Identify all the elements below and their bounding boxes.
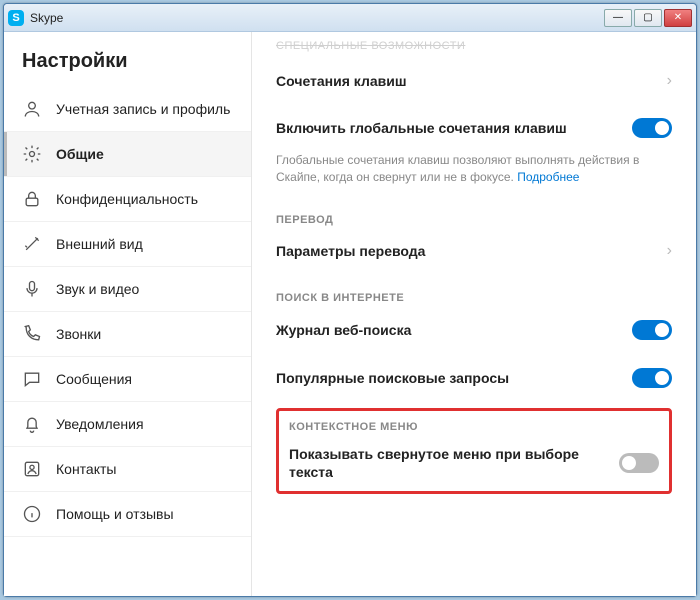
minimize-button[interactable]: —: [604, 9, 632, 27]
sidebar-item-label: Общие: [56, 146, 104, 162]
row-label: Показывать свернутое меню при выборе тек…: [289, 445, 599, 481]
sidebar-item-general[interactable]: Общие: [4, 132, 251, 177]
sidebar-item-label: Контакты: [56, 461, 116, 477]
row-global-shortcuts: Включить глобальные сочетания клавиш: [276, 104, 672, 152]
sidebar-item-label: Сообщения: [56, 371, 132, 387]
titlebar: S Skype — ▢ ✕: [4, 4, 696, 32]
window-controls: — ▢ ✕: [604, 9, 692, 27]
row-label: Журнал веб-поиска: [276, 321, 411, 339]
sidebar-item-label: Внешний вид: [56, 236, 143, 252]
sidebar-item-messages[interactable]: Сообщения: [4, 357, 251, 402]
row-label: Включить глобальные сочетания клавиш: [276, 119, 567, 137]
bell-icon: [22, 414, 42, 434]
chevron-right-icon: ›: [667, 242, 672, 260]
sidebar-item-account[interactable]: Учетная запись и профиль: [4, 87, 251, 132]
row-keyboard-shortcuts[interactable]: Сочетания клавиш ›: [276, 58, 672, 104]
row-label: Популярные поисковые запросы: [276, 369, 509, 387]
wand-icon: [22, 234, 42, 254]
sidebar-item-notifications[interactable]: Уведомления: [4, 402, 251, 447]
sidebar-item-label: Учетная запись и профиль: [56, 101, 230, 118]
toggle-global-shortcuts[interactable]: [632, 118, 672, 138]
lock-icon: [22, 189, 42, 209]
app-window: S Skype — ▢ ✕ Настройки Учетная запись и…: [3, 3, 697, 597]
chevron-right-icon: ›: [667, 72, 672, 90]
microphone-icon: [22, 279, 42, 299]
row-label: Сочетания клавиш: [276, 72, 407, 90]
sidebar-item-label: Помощь и отзывы: [56, 506, 174, 522]
settings-content: Специальные возможности Сочетания клавиш…: [252, 32, 696, 596]
sidebar-item-contacts[interactable]: Контакты: [4, 447, 251, 492]
app-body: Настройки Учетная запись и профиль Общие…: [4, 32, 696, 596]
section-web-search: ПОИСК В ИНТЕРНЕТЕ: [276, 274, 672, 306]
row-popular-queries: Популярные поисковые запросы: [276, 354, 672, 402]
sidebar-item-audio-video[interactable]: Звук и видео: [4, 267, 251, 312]
sidebar-item-privacy[interactable]: Конфиденциальность: [4, 177, 251, 222]
sidebar-item-label: Звук и видео: [56, 281, 139, 297]
global-shortcuts-description: Глобальные сочетания клавиш позволяют вы…: [276, 152, 672, 196]
row-show-collapsed-menu: Показывать свернутое меню при выборе тек…: [289, 435, 659, 485]
info-icon: [22, 504, 42, 524]
row-search-history: Журнал веб-поиска: [276, 306, 672, 354]
toggle-search-history[interactable]: [632, 320, 672, 340]
account-icon: [22, 99, 42, 119]
highlighted-section: КОНТЕКСТНОЕ МЕНЮ Показывать свернутое ме…: [276, 408, 672, 494]
sidebar-item-calls[interactable]: Звонки: [4, 312, 251, 357]
sidebar-item-help[interactable]: Помощь и отзывы: [4, 492, 251, 537]
toggle-show-collapsed-menu[interactable]: [619, 453, 659, 473]
maximize-button[interactable]: ▢: [634, 9, 662, 27]
contacts-icon: [22, 459, 42, 479]
description-text: Глобальные сочетания клавиш позволяют вы…: [276, 153, 639, 184]
skype-logo-icon: S: [8, 10, 24, 26]
settings-sidebar: Настройки Учетная запись и профиль Общие…: [4, 32, 252, 596]
sidebar-item-label: Уведомления: [56, 416, 144, 432]
toggle-popular-queries[interactable]: [632, 368, 672, 388]
sidebar-item-label: Звонки: [56, 326, 101, 342]
window-title: Skype: [30, 11, 604, 25]
sidebar-item-appearance[interactable]: Внешний вид: [4, 222, 251, 267]
row-translation-params[interactable]: Параметры перевода ›: [276, 228, 672, 274]
gear-icon: [22, 144, 42, 164]
chat-icon: [22, 369, 42, 389]
learn-more-link[interactable]: Подробнее: [517, 170, 579, 184]
sidebar-item-label: Конфиденциальность: [56, 191, 198, 207]
section-context-menu: КОНТЕКСТНОЕ МЕНЮ: [289, 415, 659, 435]
row-label: Параметры перевода: [276, 242, 425, 260]
section-translation: Перевод: [276, 196, 672, 228]
truncated-section-header: Специальные возможности: [276, 32, 672, 58]
close-button[interactable]: ✕: [664, 9, 692, 27]
settings-heading: Настройки: [4, 50, 251, 87]
phone-icon: [22, 324, 42, 344]
